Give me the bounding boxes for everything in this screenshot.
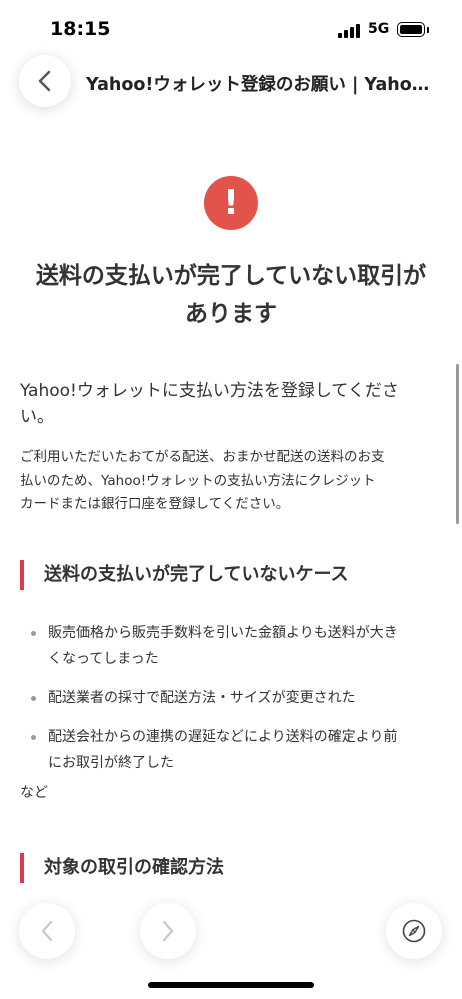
home-indicator[interactable] [148,982,314,988]
chevron-left-icon [38,70,51,92]
chevron-left-icon [41,920,53,942]
back-button[interactable] [19,55,71,107]
desc-line1: ご利用いただいたおてがる配送、おまかせ配送の送料のお支 [20,449,385,465]
desc-line2: 払いのため、Yahoo!ウォレットの支払い方法にクレジット [20,472,376,489]
network-label: 5G [368,21,390,37]
scrollbar[interactable] [456,364,459,524]
section-heading-confirm: 対象の取引の確認方法 [20,853,424,883]
list-item-line1: 販売価格から販売手数料を引いた金額よりも送料が大き [48,625,398,641]
compass-button[interactable] [386,903,442,959]
description-text: ご利用いただいたおてがる配送、おまかせ配送の送料のお支 払いのため、Yahoo!… [20,446,440,517]
chevron-right-icon [162,920,174,942]
lead-line1: Yahoo!ウォレットに支払い方法を登録してくださ [20,381,399,401]
main-heading-line1: 送料の支払いが完了していない取引が [35,263,427,289]
bullet-dot [31,696,36,701]
list-item-line1: 配送業者の採寸で配送方法・サイズが変更された [48,690,356,706]
lead-line2: い。 [20,407,54,427]
back-nav-button[interactable] [19,903,75,959]
battery-icon [397,22,425,37]
bullet-dot [31,735,36,740]
signal-icon [338,24,362,38]
list-item: 販売価格から販売手数料を引いた金額よりも送料が大き くなってしまった [20,620,440,672]
list-item-line2: くなってしまった [48,651,159,667]
section-heading-cases: 送料の支払いが完了していないケース [20,560,424,590]
main-heading-line2: あります [185,301,277,327]
status-time: 18:15 [50,18,111,40]
list-item: 配送業者の採寸で配送方法・サイズが変更された [20,685,440,711]
list-footer: など [20,785,48,801]
status-bar: 18:15 5G [0,0,462,56]
forward-nav-button[interactable] [140,903,196,959]
desc-line3: カードまたは銀行口座を登録してください。 [20,496,290,512]
list-item-line2: にお取引が終了した [48,755,174,771]
exclamation-icon: ! [204,176,258,230]
page-title: Yahoo!ウォレット登録のお願い | Yahoo!フリマ [86,75,438,95]
main-heading: 送料の支払いが完了していない取引が あります [20,257,442,333]
battery-tip [427,27,429,33]
case-list: 販売価格から販売手数料を引いた金額よりも送料が大き くなってしまった 配送業者の… [20,620,440,789]
compass-icon [402,919,426,943]
lead-text: Yahoo!ウォレットに支払い方法を登録してくださ い。 [20,378,420,430]
bullet-dot [31,631,36,636]
list-item: 配送会社からの連携の遅延などにより送料の確定より前 にお取引が終了した [20,724,440,776]
list-item-line1: 配送会社からの連携の遅延などにより送料の確定より前 [48,729,398,745]
